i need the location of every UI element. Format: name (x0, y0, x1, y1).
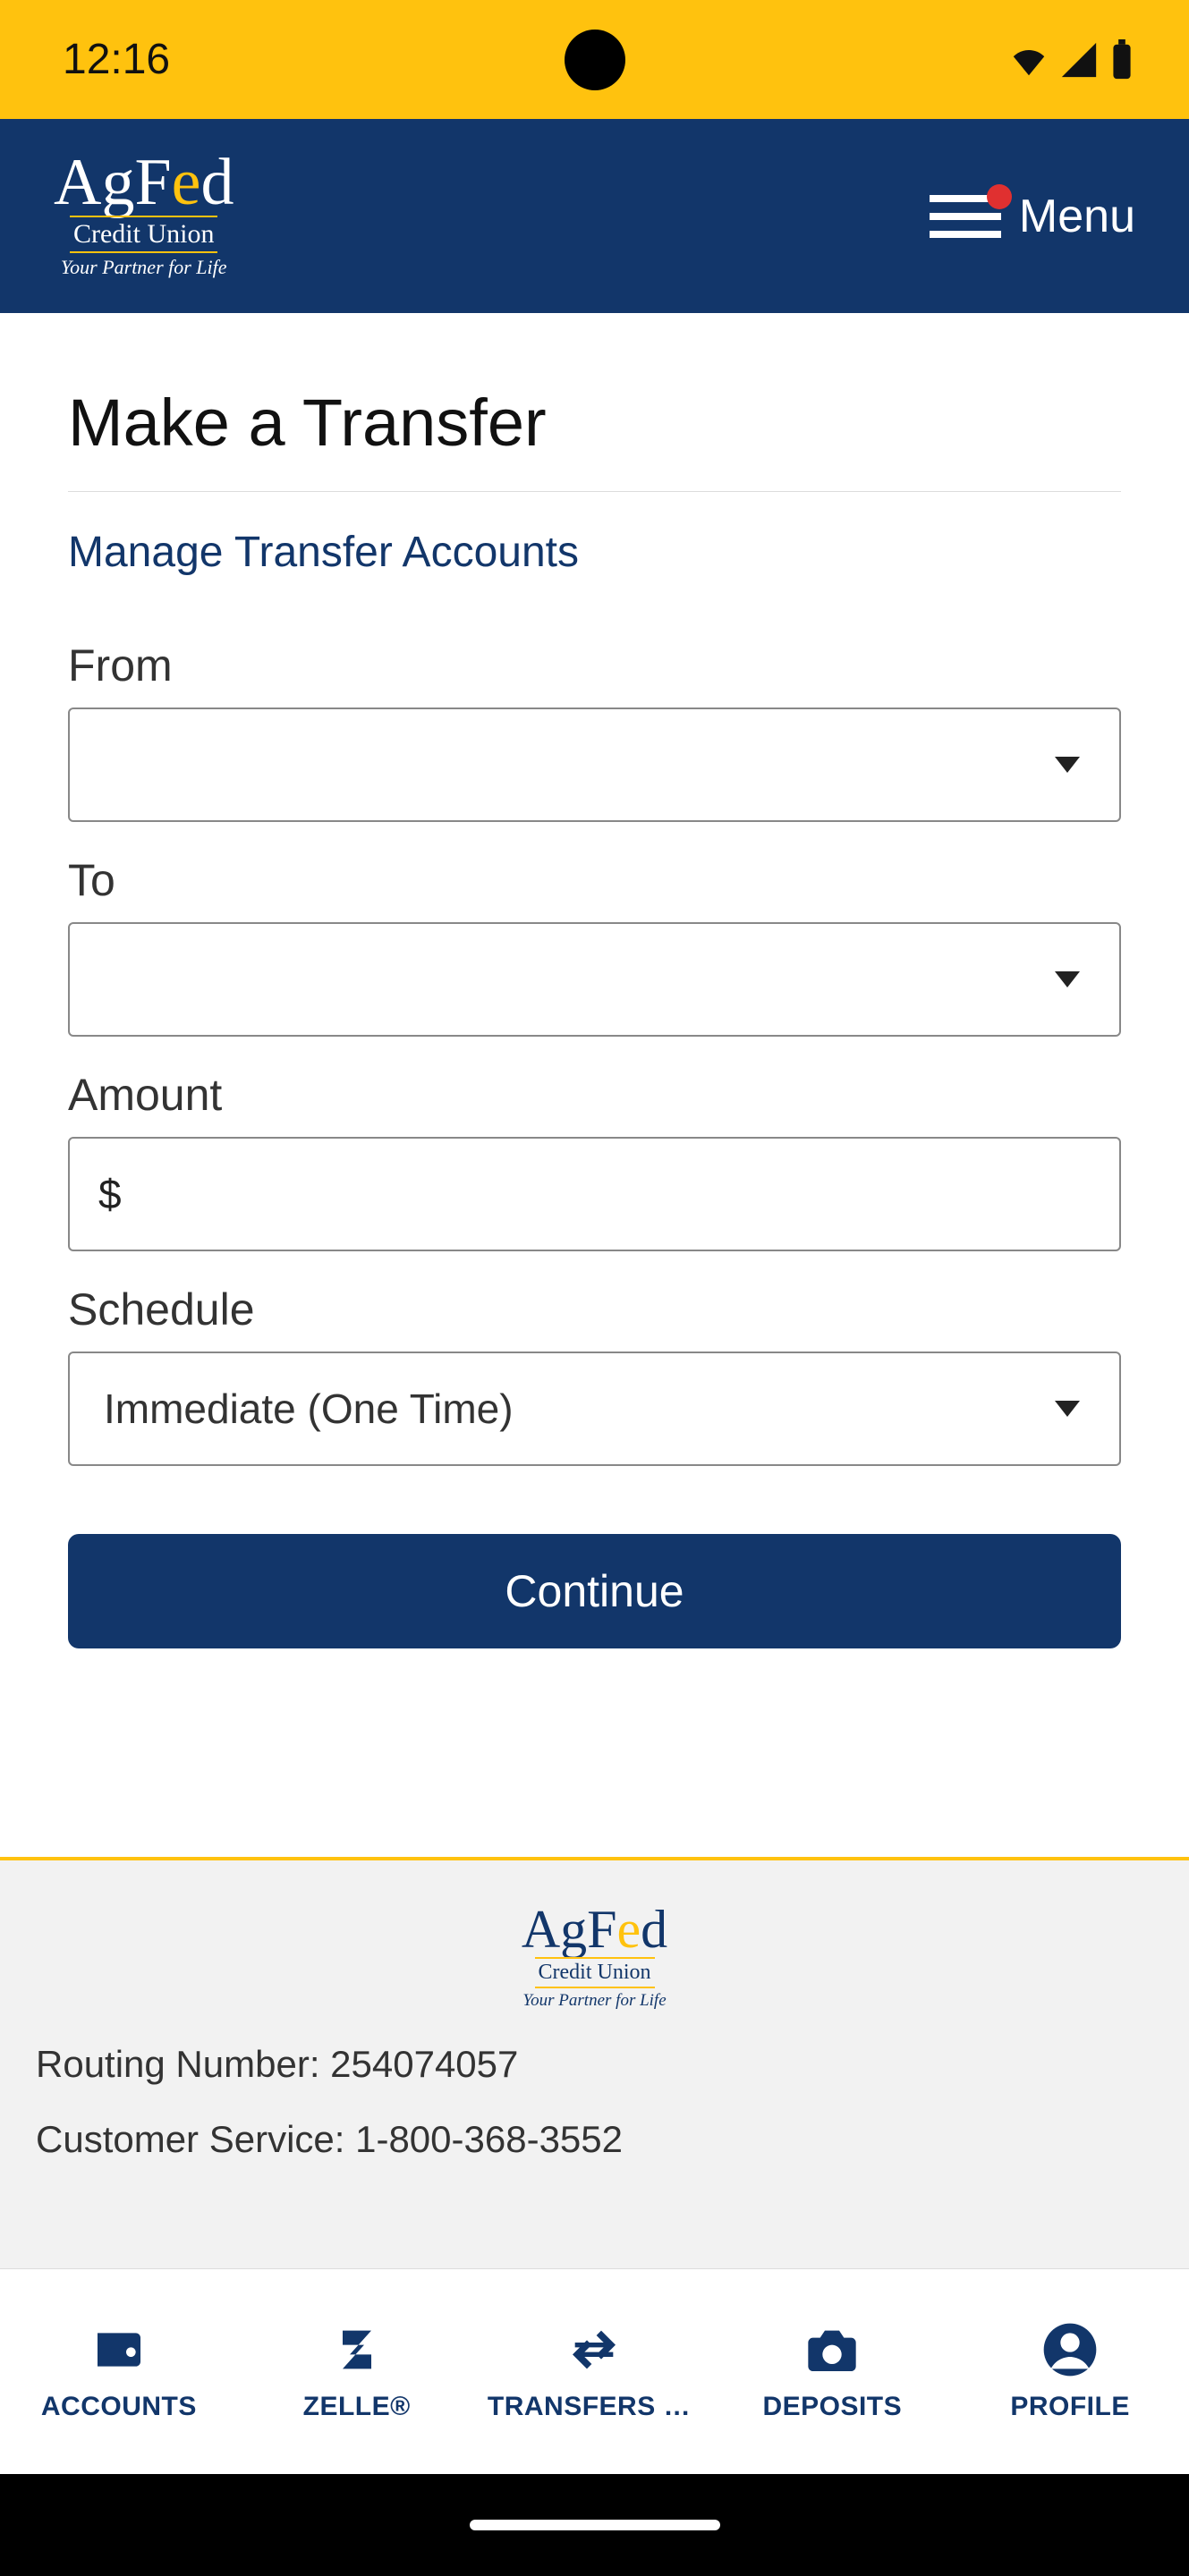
menu-button[interactable]: Menu (930, 190, 1135, 243)
nav-profile-label: PROFILE (1010, 2392, 1130, 2422)
manage-transfer-accounts-link[interactable]: Manage Transfer Accounts (68, 528, 1121, 577)
amount-field: Amount $ (68, 1069, 1121, 1251)
footer-logo-sub: Credit Union (535, 1957, 655, 1988)
page-content: Make a Transfer Manage Transfer Accounts… (0, 313, 1189, 1785)
schedule-select[interactable]: Immediate (One Time) (68, 1352, 1121, 1466)
to-field: To (68, 854, 1121, 1037)
hamburger-icon (930, 195, 1001, 238)
currency-prefix: $ (98, 1170, 122, 1218)
home-indicator[interactable] (470, 2520, 720, 2530)
footer-logo-tag: Your Partner for Life (522, 1991, 666, 2011)
continue-button[interactable]: Continue (68, 1534, 1121, 1648)
zelle-icon (328, 2321, 386, 2383)
schedule-field: Schedule Immediate (One Time) (68, 1284, 1121, 1466)
wifi-icon (1008, 39, 1049, 80)
nav-transfers-label: TRANSFERS & … (488, 2392, 701, 2422)
divider (68, 491, 1121, 492)
notification-dot-icon (987, 184, 1012, 209)
schedule-value: Immediate (One Time) (104, 1385, 514, 1433)
footer-logo: AgFed Credit Union Your Partner for Life (36, 1905, 1153, 2011)
nav-zelle[interactable]: ZELLE® (238, 2269, 476, 2474)
nav-accounts-label: ACCOUNTS (41, 2392, 197, 2422)
customer-service: Customer Service: 1-800-368-3552 (36, 2118, 1153, 2161)
nav-deposits[interactable]: DEPOSITS (713, 2269, 951, 2474)
footer-info: AgFed Credit Union Your Partner for Life… (0, 1857, 1189, 2268)
status-icons (1008, 39, 1135, 80)
camera-cutout (565, 30, 625, 90)
to-label: To (68, 854, 1121, 906)
app-header: AgFed Credit Union Your Partner for Life… (0, 119, 1189, 313)
transfer-icon (565, 2321, 623, 2383)
logo-main-text: AgFed (54, 153, 234, 213)
nav-deposits-label: DEPOSITS (762, 2392, 902, 2422)
profile-icon (1041, 2321, 1099, 2383)
amount-input[interactable] (68, 1137, 1121, 1251)
signal-icon (1058, 39, 1100, 80)
header-logo: AgFed Credit Union Your Partner for Life (54, 153, 234, 280)
nav-profile[interactable]: PROFILE (951, 2269, 1189, 2474)
status-time: 12:16 (63, 35, 170, 84)
menu-label: Menu (1019, 190, 1135, 243)
status-bar: 12:16 (0, 0, 1189, 119)
chevron-down-icon (1055, 971, 1080, 987)
page-title: Make a Transfer (68, 385, 1121, 461)
wallet-icon (90, 2321, 148, 2383)
chevron-down-icon (1055, 757, 1080, 773)
amount-label: Amount (68, 1069, 1121, 1121)
battery-icon (1108, 39, 1135, 80)
from-field: From (68, 640, 1121, 822)
gesture-bar (0, 2474, 1189, 2576)
routing-number: Routing Number: 254074057 (36, 2043, 1153, 2086)
to-select[interactable] (68, 922, 1121, 1037)
camera-icon (803, 2321, 861, 2383)
bottom-nav: ACCOUNTS ZELLE® TRANSFERS & … DEPOSITS P… (0, 2268, 1189, 2474)
footer-logo-main: AgFed (522, 1905, 667, 1953)
nav-transfers[interactable]: TRANSFERS & … (476, 2269, 714, 2474)
nav-accounts[interactable]: ACCOUNTS (0, 2269, 238, 2474)
from-label: From (68, 640, 1121, 691)
chevron-down-icon (1055, 1401, 1080, 1417)
app-viewport: 12:16 AgFed Credit Union Your Partner fo… (0, 0, 1189, 2576)
nav-zelle-label: ZELLE® (303, 2392, 411, 2422)
schedule-label: Schedule (68, 1284, 1121, 1335)
logo-sub-text: Credit Union (70, 216, 218, 253)
from-select[interactable] (68, 708, 1121, 822)
logo-tagline: Your Partner for Life (61, 256, 227, 279)
